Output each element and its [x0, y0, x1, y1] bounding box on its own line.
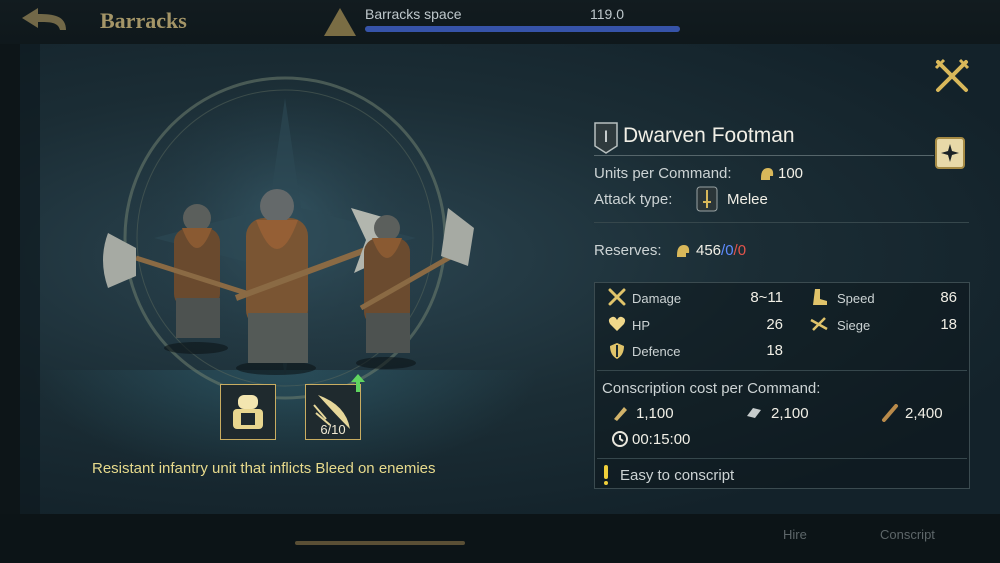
- stats-divider: [597, 370, 967, 371]
- wood-log-icon: [882, 404, 898, 422]
- tier-label: I: [603, 127, 609, 146]
- cost-wood-value: 2,400: [905, 405, 943, 422]
- hp-label: HP: [632, 318, 651, 333]
- defence-value: 18: [766, 342, 783, 359]
- reserves-blue: 0: [725, 242, 734, 259]
- defence-shield-icon: [610, 343, 624, 359]
- damage-label: Damage: [632, 291, 682, 306]
- siege-icon: [810, 317, 828, 331]
- info-divider: [594, 222, 969, 223]
- cost-iron-value: 2,100: [771, 405, 809, 422]
- cost-time-value: 00:15:00: [632, 431, 691, 448]
- reserves-red: 0: [737, 242, 747, 259]
- hire-button[interactable]: Hire: [783, 527, 807, 542]
- reserves-main: 456: [696, 242, 722, 259]
- defence-label: Defence: [632, 344, 681, 359]
- conscription-cost-heading: Conscription cost per Command:: [602, 380, 821, 397]
- crossed-axes-close-icon[interactable]: [934, 58, 970, 94]
- reserves-label: Reserves:: [594, 242, 662, 259]
- trait-armor-card[interactable]: [220, 384, 276, 440]
- trait-progress: 6/10: [320, 422, 346, 437]
- siege-label: Siege: [837, 318, 871, 333]
- exclamation-icon: [604, 465, 608, 479]
- scroll-indicator: [295, 541, 465, 545]
- attack-type-label: Attack type:: [594, 191, 673, 208]
- hp-heart-icon: [608, 316, 626, 331]
- barracks-space-label: Barracks space: [365, 6, 462, 22]
- speed-value: 86: [940, 289, 957, 306]
- page-title: Barracks: [100, 8, 187, 33]
- cost-divider: [597, 458, 967, 459]
- sword-icon: [696, 186, 718, 212]
- conscript-button[interactable]: Conscript: [880, 527, 935, 542]
- speed-boot-icon: [813, 289, 827, 305]
- damage-icon: [608, 288, 626, 306]
- bottom-bar: [0, 514, 1000, 563]
- trait-bleed-card[interactable]: 6/10: [305, 384, 361, 440]
- units-per-command-label: Units per Command:: [594, 165, 732, 182]
- unit-name: Dwarven Footman: [623, 124, 795, 147]
- dwarf-armor-icon: [233, 395, 263, 429]
- unit-tagline: Resistant infantry unit that inflicts Bl…: [92, 460, 436, 477]
- hp-value: 26: [766, 316, 783, 333]
- helmet-icon: [761, 168, 774, 180]
- cost-food-value: 1,100: [636, 405, 674, 422]
- units-per-command-value: 100: [778, 165, 804, 182]
- unit-illustration: [103, 76, 474, 400]
- barracks-space-value: 119.0: [590, 6, 624, 22]
- siege-value: 18: [940, 316, 957, 333]
- barracks-space-icon: [324, 8, 356, 36]
- barracks-space-bar: [365, 26, 680, 32]
- damage-value: 8~11: [750, 289, 783, 306]
- attack-type-value: Melee: [727, 191, 768, 208]
- upgrade-arrow-icon: [351, 374, 365, 392]
- speed-label: Speed: [837, 291, 875, 306]
- food-icon: [614, 407, 627, 421]
- back-arrow-icon[interactable]: [14, 6, 74, 38]
- conscript-note: Easy to conscript: [620, 467, 735, 484]
- title-divider: [594, 155, 934, 156]
- reserves-value: 456/0/0: [696, 242, 746, 259]
- helmet-icon: [677, 245, 690, 257]
- codex-scroll-icon[interactable]: [934, 136, 966, 170]
- iron-ingot-icon: [747, 408, 761, 418]
- clock-icon: [612, 431, 628, 447]
